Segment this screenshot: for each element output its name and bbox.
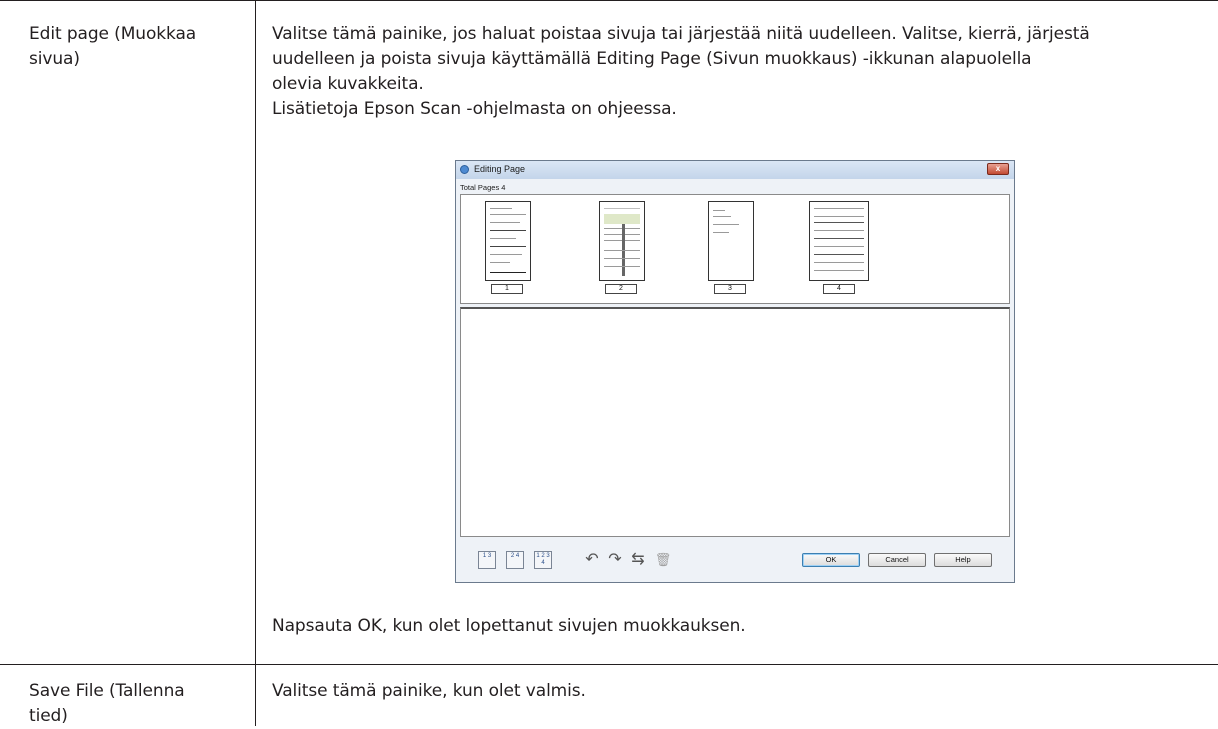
term-line: Save File (Tallenna xyxy=(29,681,185,701)
page-preview xyxy=(708,201,754,281)
page-preview xyxy=(485,201,531,281)
reorder-pages-icon[interactable]: ⇆ xyxy=(629,551,647,569)
ok-button[interactable]: OK xyxy=(802,553,860,567)
page-number: 4 xyxy=(823,284,855,294)
after-screenshot-note: Napsauta OK, kun olet lopettanut sivujen… xyxy=(272,616,746,636)
term-save-file: Save File (Tallenna tied) xyxy=(29,679,185,729)
description-line: Valitse tämä painike, kun olet valmis. xyxy=(272,681,586,701)
table-top-border xyxy=(0,0,1218,1)
page-thumbnail[interactable]: 2 xyxy=(599,201,663,297)
description-line: Lisätietoja Epson Scan -ohjelmasta on oh… xyxy=(272,99,677,119)
app-icon xyxy=(460,165,469,174)
thumbnail-strip[interactable]: 1 2 3 4 xyxy=(460,194,1010,304)
column-divider xyxy=(255,0,256,726)
select-even-pages-icon[interactable]: 2 4 xyxy=(506,551,524,569)
select-odd-pages-icon[interactable]: 1 3 xyxy=(478,551,496,569)
definition-table: Edit page (Muokkaa sivua) Valitse tämä p… xyxy=(0,0,1218,726)
close-button[interactable]: x xyxy=(987,163,1009,175)
total-pages-label: Total Pages 4 xyxy=(460,183,506,192)
select-all-pages-icon[interactable]: 1 2 3 4 xyxy=(534,551,552,569)
term-line: tied) xyxy=(29,706,68,726)
rotate-right-icon[interactable]: ↷ xyxy=(606,551,624,569)
editing-page-dialog-screenshot: Editing Page x Total Pages 4 1 2 3 4 1 3… xyxy=(455,160,1015,583)
page-thumbnail[interactable]: 3 xyxy=(708,201,772,297)
description-save-file: Valitse tämä painike, kun olet valmis. xyxy=(272,679,1142,704)
description-line: Valitse tämä painike, jos haluat poistaa… xyxy=(272,24,1090,44)
page-number: 2 xyxy=(605,284,637,294)
dialog-title: Editing Page xyxy=(474,164,526,174)
page-number: 1 xyxy=(491,284,523,294)
term-edit-page: Edit page (Muokkaa sivua) xyxy=(29,22,196,72)
description-edit-page: Valitse tämä painike, jos haluat poistaa… xyxy=(272,22,1142,122)
dialog-titlebar: Editing Page x xyxy=(456,161,1014,179)
page-preview xyxy=(809,201,869,281)
help-button[interactable]: Help xyxy=(934,553,992,567)
page-thumbnail[interactable]: 4 xyxy=(809,201,873,297)
row-divider xyxy=(0,664,1218,665)
description-line: olevia kuvakkeita. xyxy=(272,74,424,94)
cancel-button[interactable]: Cancel xyxy=(868,553,926,567)
delete-page-icon[interactable]: 🗑 xyxy=(654,551,672,569)
description-line: uudelleen ja poista sivuja käyttämällä E… xyxy=(272,49,1032,69)
term-line: Edit page (Muokkaa xyxy=(29,24,197,44)
rotate-left-icon[interactable]: ↶ xyxy=(583,551,601,569)
preview-area xyxy=(460,307,1010,537)
page-number: 3 xyxy=(714,284,746,294)
term-line: sivua) xyxy=(29,49,80,69)
page-thumbnail[interactable]: 1 xyxy=(485,201,549,297)
page-preview xyxy=(599,201,645,281)
